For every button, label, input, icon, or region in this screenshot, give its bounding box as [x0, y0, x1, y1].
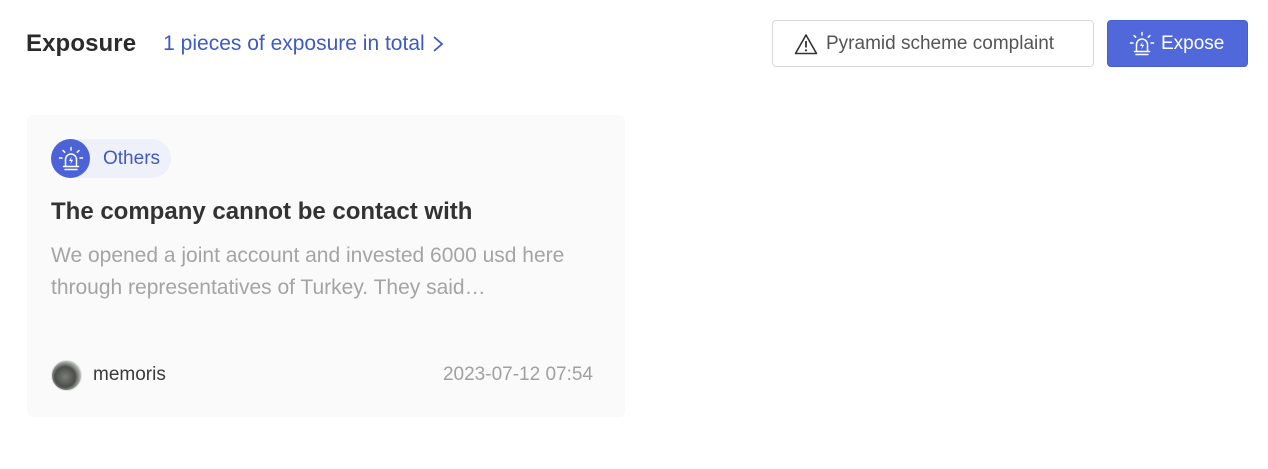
warning-triangle-icon	[794, 33, 818, 54]
exposure-title[interactable]: The company cannot be contact with	[51, 198, 472, 226]
category-tag-label: Others	[103, 147, 161, 169]
exposure-card[interactable]: Others The company cannot be contact wit…	[27, 115, 625, 417]
total-exposure-link[interactable]: 1 pieces of exposure in total	[163, 32, 445, 56]
category-tag: Others	[51, 139, 172, 178]
header-actions: Pyramid scheme complaint Expose	[772, 20, 1248, 67]
expose-label: Expose	[1161, 32, 1225, 54]
exposure-description: We opened a joint account and invested 6…	[51, 244, 565, 299]
username: memoris	[93, 364, 166, 385]
exposure-page: Exposure 1 pieces of exposure in total P…	[0, 0, 1268, 469]
alarm-siren-icon	[1129, 31, 1155, 55]
page-title: Exposure	[26, 29, 137, 57]
pyramid-complaint-label: Pyramid scheme complaint	[826, 32, 1055, 54]
expose-button[interactable]: Expose	[1107, 20, 1248, 67]
avatar	[51, 359, 82, 391]
pyramid-complaint-button[interactable]: Pyramid scheme complaint	[772, 20, 1094, 67]
exposure-footer: memoris 2023-07-12 07:54	[51, 359, 593, 391]
alarm-siren-icon	[51, 139, 90, 178]
exposure-timestamp: 2023-07-12 07:54	[442, 364, 593, 385]
exposure-header: Exposure 1 pieces of exposure in total P…	[26, 19, 1248, 68]
chevron-right-icon	[433, 35, 444, 52]
total-exposure-label: 1 pieces of exposure in total	[163, 31, 425, 55]
